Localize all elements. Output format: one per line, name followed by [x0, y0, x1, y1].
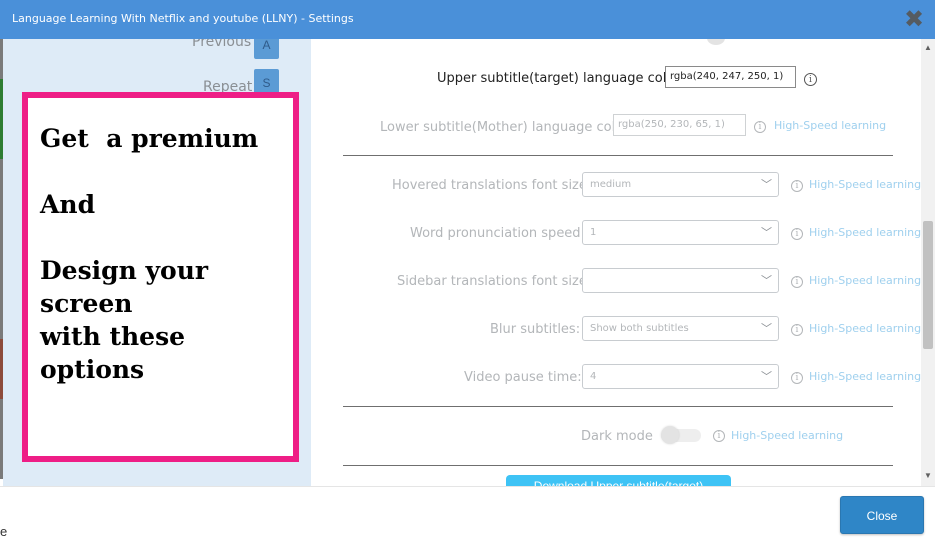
hover-font-label: Hovered translations font size: — [392, 178, 592, 193]
pron-speed-select[interactable]: 1 ﹀ — [582, 220, 779, 245]
pause-value: 4 — [590, 371, 597, 382]
chevron-down-icon: ﹀ — [761, 370, 772, 383]
premium-promo-box: Get a premium And Design your screen wit… — [22, 92, 299, 462]
section-divider — [343, 406, 893, 407]
close-icon[interactable]: ✖ — [904, 7, 924, 31]
dark-mode-label: Dark mode — [581, 429, 653, 444]
settings-dialog-body: Previous A Repeat S Get a premium And De… — [3, 39, 935, 486]
background-text-fragment: e — [0, 524, 8, 539]
info-icon[interactable]: i — [791, 372, 803, 384]
high-speed-learning-link[interactable]: High-Speed learning — [809, 226, 921, 239]
lower-color-input[interactable]: rgba(250, 230, 65, 1) — [613, 114, 746, 136]
dark-mode-toggle[interactable] — [661, 426, 701, 444]
scroll-up-icon[interactable]: ▲ — [924, 43, 932, 52]
chevron-down-icon: ﹀ — [761, 274, 772, 287]
close-button[interactable]: Close — [840, 496, 924, 534]
chevron-down-icon: ﹀ — [761, 322, 772, 335]
title-bar: Language Learning With Netflix and youtu… — [0, 0, 935, 39]
blur-label: Blur subtitles: — [490, 322, 581, 337]
info-icon[interactable]: i — [791, 180, 803, 192]
upper-color-label: Upper subtitle(target) language color — [437, 71, 680, 86]
info-icon[interactable]: i — [754, 121, 766, 133]
pron-speed-label: Word pronunciation speed: — [410, 226, 585, 241]
toggle-knob-partial[interactable] — [707, 39, 725, 45]
scrollbar[interactable]: ▲ ▼ — [921, 39, 935, 486]
pause-select[interactable]: 4 ﹀ — [582, 364, 779, 389]
sidebar-font-label: Sidebar translations font size: — [397, 274, 592, 289]
settings-sidebar: Previous A Repeat S Get a premium And De… — [3, 39, 311, 486]
sidebar-font-select[interactable]: ﹀ — [582, 268, 779, 293]
lower-color-label: Lower subtitle(Mother) language color — [380, 120, 629, 135]
pause-label: Video pause time: — [464, 370, 582, 385]
info-icon[interactable]: i — [804, 73, 817, 86]
dialog-footer: e Close — [0, 486, 935, 555]
pron-speed-value: 1 — [590, 227, 597, 238]
high-speed-learning-link[interactable]: High-Speed learning — [809, 274, 921, 287]
section-divider — [343, 465, 893, 466]
high-speed-learning-link[interactable]: High-Speed learning — [809, 370, 921, 383]
shortcut-key-previous[interactable]: A — [254, 39, 279, 59]
info-icon[interactable]: i — [791, 276, 803, 288]
scroll-down-icon[interactable]: ▼ — [924, 471, 932, 480]
window-title: Language Learning With Netflix and youtu… — [12, 12, 354, 25]
high-speed-learning-link[interactable]: High-Speed learning — [809, 322, 921, 335]
chevron-down-icon: ﹀ — [761, 226, 772, 239]
blur-select[interactable]: Show both subtitles ﹀ — [582, 316, 779, 341]
scrollbar-thumb[interactable] — [923, 221, 933, 349]
hover-font-value: medium — [590, 179, 632, 190]
info-icon[interactable]: i — [791, 228, 803, 240]
premium-promo-text: Get a premium And Design your screen wit… — [40, 124, 259, 384]
download-upper-subtitle-button[interactable]: Download Upper subtitle(target) — [506, 475, 731, 486]
high-speed-learning-link[interactable]: High-Speed learning — [731, 429, 843, 442]
info-icon[interactable]: i — [713, 430, 725, 442]
settings-content: Upper subtitle(target) language color rg… — [311, 39, 921, 486]
high-speed-learning-link[interactable]: High-Speed learning — [774, 119, 886, 132]
hover-font-select[interactable]: medium ﹀ — [582, 172, 779, 197]
section-divider — [343, 155, 893, 156]
upper-color-input[interactable]: rgba(240, 247, 250, 1) — [665, 66, 796, 88]
high-speed-learning-link[interactable]: High-Speed learning — [809, 178, 921, 191]
chevron-down-icon: ﹀ — [761, 178, 772, 191]
info-icon[interactable]: i — [791, 324, 803, 336]
shortcut-label-previous: Previous — [192, 39, 252, 50]
blur-value: Show both subtitles — [590, 323, 689, 334]
